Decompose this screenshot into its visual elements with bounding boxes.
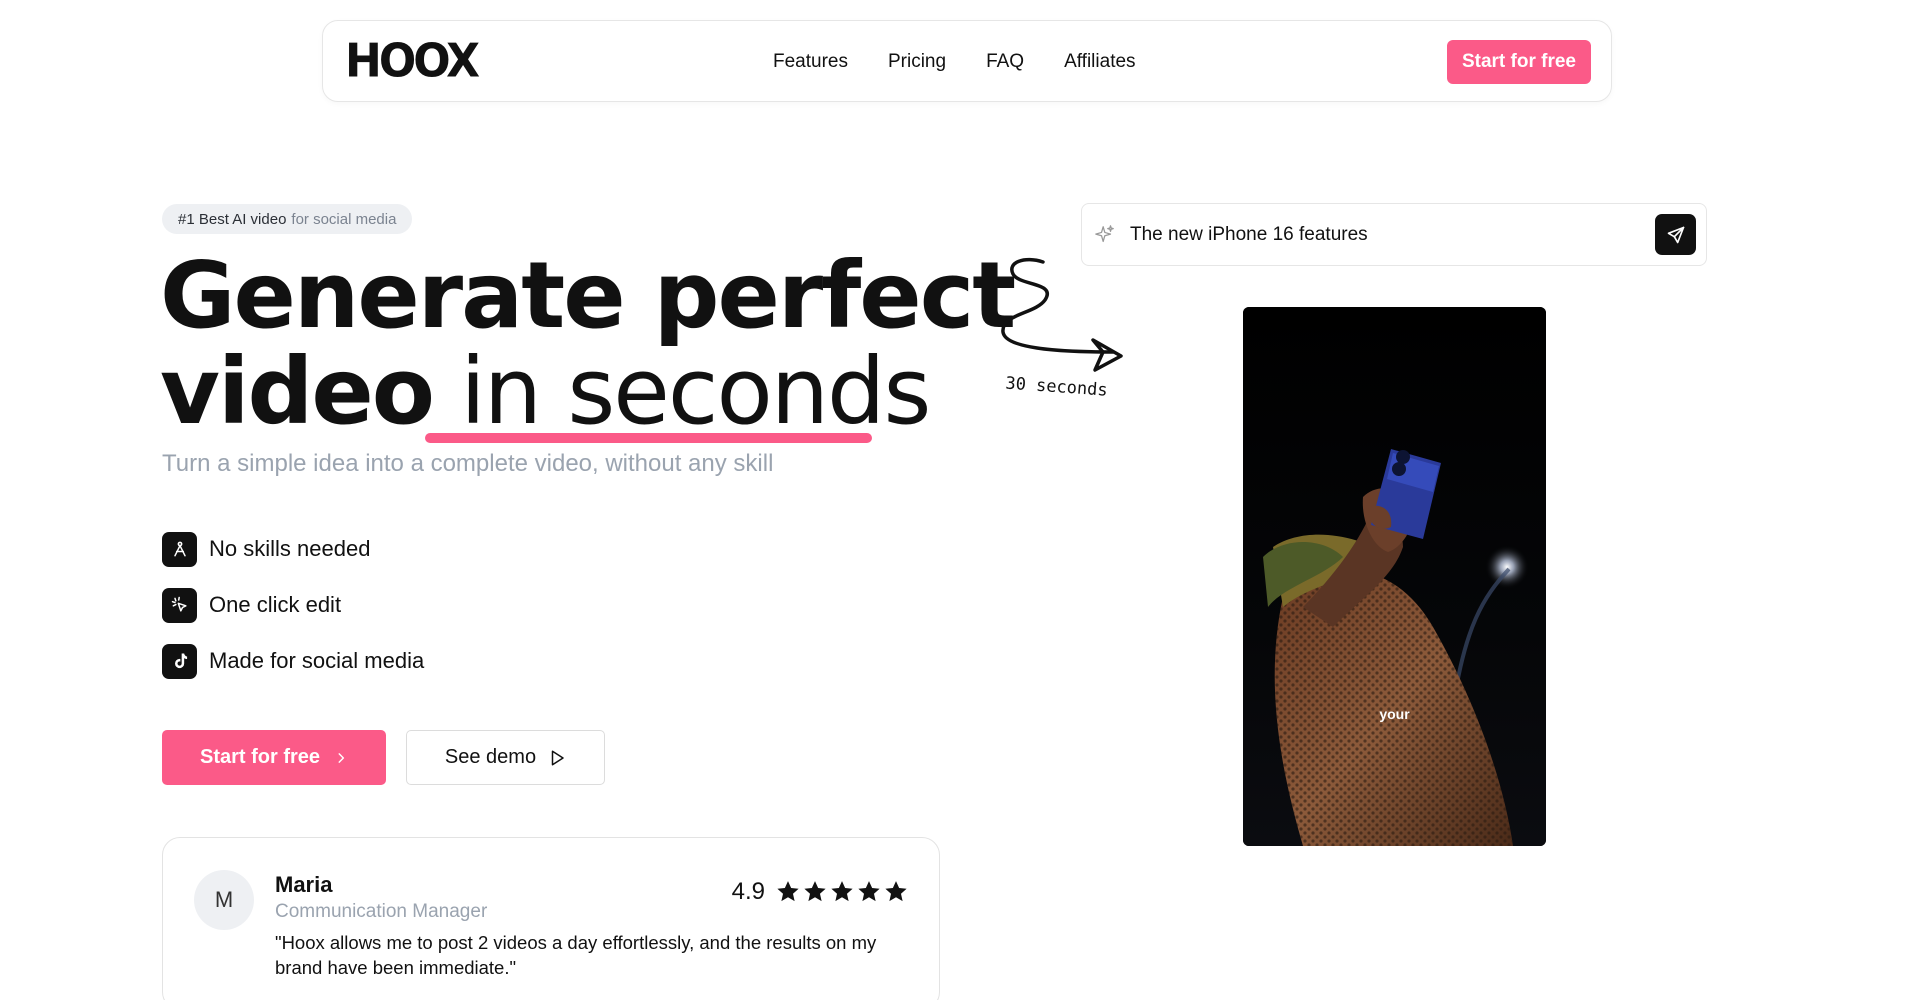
feature-label: No skills needed <box>209 536 371 561</box>
headline-line-1: Generate perfect <box>160 242 1016 349</box>
reviewer-name: Maria <box>275 872 333 897</box>
review-card: M Maria Communication Manager "Hoox allo… <box>162 837 940 1000</box>
headline-bold-word: video <box>160 338 435 445</box>
nav-link-faq[interactable]: FAQ <box>986 51 1024 73</box>
review-quote: "Hoox allows me to post 2 videos a day e… <box>275 932 877 978</box>
nav-links: Features Pricing FAQ Affiliates <box>773 21 1136 103</box>
star-icon <box>777 881 799 902</box>
start-free-label: Start for free <box>199 746 321 768</box>
video-caption: your <box>1379 706 1410 722</box>
star-rating <box>775 879 909 905</box>
video-frame <box>1243 307 1546 846</box>
headline-underline <box>425 433 872 443</box>
star-icon <box>831 881 853 902</box>
star-icon <box>885 881 907 902</box>
send-button[interactable] <box>1655 214 1696 255</box>
feature-label: One click edit <box>209 592 342 617</box>
feature-list: No skills needed One click edit Made for… <box>162 531 424 699</box>
nav-link-features[interactable]: Features <box>773 51 848 73</box>
see-demo-button[interactable]: See demo <box>406 730 605 785</box>
avatar: M <box>194 870 254 930</box>
prompt-input[interactable]: The new iPhone 16 features <box>1081 203 1707 266</box>
play-icon <box>551 750 564 765</box>
start-free-button[interactable]: Start for free <box>162 730 386 785</box>
doodle-label: 30 seconds <box>1005 374 1109 401</box>
feature-item: No skills needed <box>162 531 424 567</box>
cursor-click-icon <box>162 587 197 623</box>
reviewer-role: Communication Manager <box>275 901 488 922</box>
feature-item: One click edit <box>162 587 424 623</box>
rating-score: 4.9 <box>731 878 765 905</box>
top-navbar: HOOX Features Pricing FAQ Affiliates Sta… <box>322 20 1612 102</box>
rating: 4.9 <box>732 878 909 906</box>
hero-headline: Generate perfect video in seconds <box>160 242 1016 440</box>
star-icon <box>804 881 826 902</box>
hero-badge: #1 Best AI video for social media <box>162 204 413 234</box>
sparkle-icon <box>1095 225 1114 243</box>
nav-start-free-button[interactable]: Start for free <box>1446 40 1591 84</box>
feature-label: Made for social media <box>209 648 425 673</box>
star-icon <box>858 881 880 902</box>
hoox-logo[interactable]: HOOX <box>345 34 480 88</box>
see-demo-label: See demo <box>444 746 537 768</box>
prompt-text[interactable]: The new iPhone 16 features <box>1130 224 1368 246</box>
video-preview[interactable]: your <box>1243 307 1546 846</box>
chevron-right-icon <box>338 752 345 763</box>
arrow-doodle: 30 seconds <box>1001 257 1123 401</box>
send-icon <box>1667 226 1684 243</box>
logo-text[interactable]: HOOX <box>345 34 480 88</box>
nav-link-pricing[interactable]: Pricing <box>888 51 946 73</box>
pen-nib-icon <box>162 531 197 567</box>
headline-line-2: video in seconds <box>160 344 960 440</box>
nav-link-affiliates[interactable]: Affiliates <box>1064 51 1135 73</box>
badge-light-text: for social media <box>291 210 397 228</box>
badge-strong-text: #1 Best AI video <box>178 210 287 228</box>
hero-subtitle: Turn a simple idea into a complete video… <box>162 450 774 477</box>
feature-item: Made for social media <box>162 643 424 679</box>
tiktok-icon <box>162 643 197 679</box>
headline-thin-words: in seconds <box>460 338 931 445</box>
